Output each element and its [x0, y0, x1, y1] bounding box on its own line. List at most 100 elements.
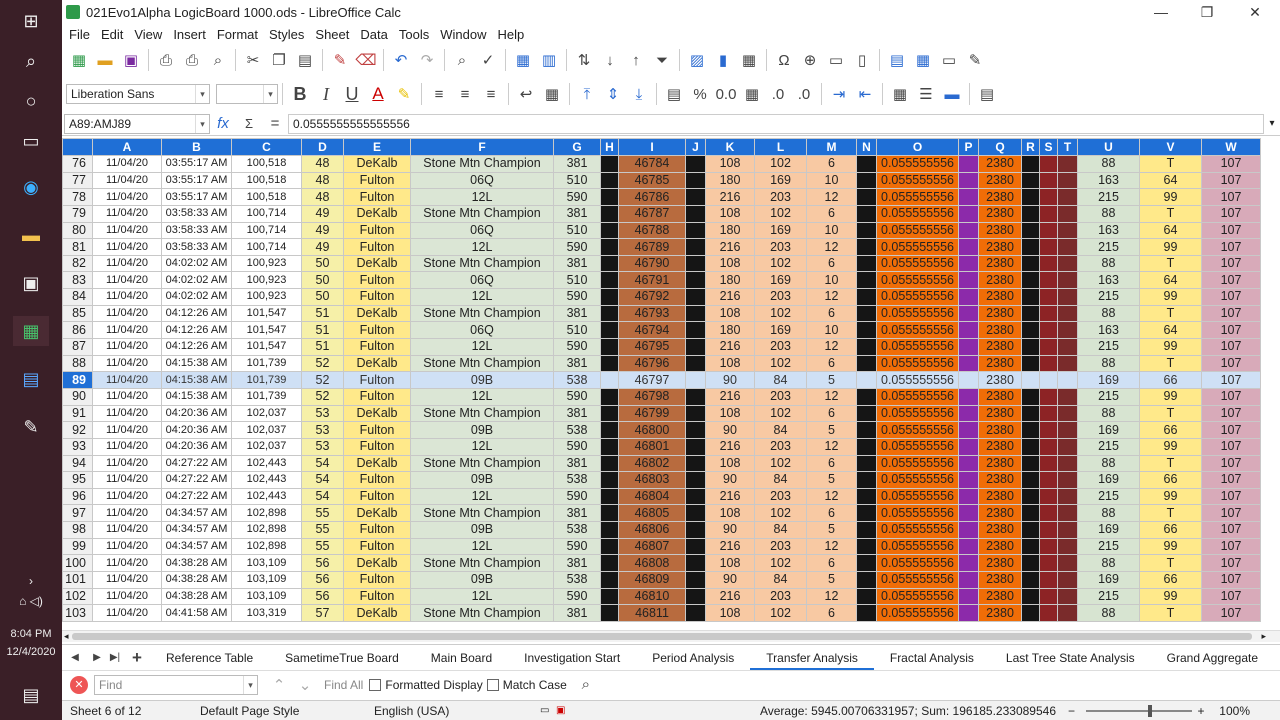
cell[interactable] [1039, 537, 1058, 556]
select-all-corner[interactable] [62, 138, 93, 156]
cell[interactable]: 381 [553, 404, 601, 423]
cell[interactable] [958, 188, 979, 206]
cell[interactable] [600, 188, 619, 206]
cell[interactable]: 49 [301, 238, 344, 256]
row-header[interactable]: 77 [62, 171, 93, 190]
cell[interactable]: 215 [1077, 487, 1140, 506]
cell[interactable]: 99 [1139, 487, 1202, 506]
page-style[interactable]: Default Page Style [200, 704, 374, 718]
cell[interactable]: 107 [1201, 521, 1261, 539]
column-header[interactable]: D [301, 138, 344, 156]
find-replace-icon[interactable]: ⌕ [449, 47, 475, 73]
cell[interactable]: 04:27:22 AM [161, 454, 232, 473]
cell[interactable]: 51 [301, 338, 344, 356]
cell[interactable]: 2380 [978, 171, 1022, 190]
column-header[interactable]: E [343, 138, 411, 156]
writer-icon[interactable]: ▤ [13, 364, 49, 394]
cell[interactable] [1057, 454, 1078, 473]
cell[interactable] [1039, 571, 1058, 589]
cell[interactable]: 84 [754, 521, 807, 539]
first-sheet-icon[interactable]: ◀ [62, 645, 88, 671]
cell[interactable] [1039, 238, 1058, 256]
chevron-down-icon[interactable]: ▾ [195, 85, 209, 103]
cell[interactable]: 2380 [978, 437, 1022, 456]
cell[interactable]: 0.055555556 [876, 188, 959, 206]
tab-main-board[interactable]: Main Board [415, 646, 508, 670]
cell[interactable]: 88 [1077, 554, 1140, 573]
cell[interactable]: 46789 [618, 238, 686, 256]
split-window-icon[interactable]: ▭ [936, 47, 962, 73]
align-bottom-icon[interactable]: ⤓ [626, 81, 652, 107]
cell[interactable]: 10 [806, 221, 857, 240]
menu-edit[interactable]: Edit [101, 27, 123, 42]
cell[interactable] [1039, 338, 1058, 356]
cell[interactable] [685, 371, 706, 389]
cell[interactable]: 203 [754, 437, 807, 456]
cell[interactable] [1039, 371, 1058, 389]
cell[interactable] [1057, 321, 1078, 340]
date-format-icon[interactable]: ▦ [739, 81, 765, 107]
cell[interactable]: 09B [410, 471, 554, 489]
cell[interactable]: 12 [806, 387, 857, 406]
cell[interactable]: 12 [806, 537, 857, 556]
cell[interactable]: 107 [1201, 437, 1261, 456]
cell[interactable]: 216 [705, 188, 755, 206]
cell[interactable]: 5 [806, 421, 857, 439]
cell[interactable]: 203 [754, 487, 807, 506]
cell[interactable] [1057, 521, 1078, 539]
row-header[interactable]: 84 [62, 288, 93, 306]
row-header[interactable]: 81 [62, 238, 93, 256]
cell[interactable]: 100,518 [231, 188, 302, 206]
cell[interactable]: 11/04/20 [92, 537, 162, 556]
currency-format-icon[interactable]: ▤ [661, 81, 687, 107]
cell[interactable]: 510 [553, 321, 601, 340]
cell[interactable] [600, 254, 619, 273]
cell[interactable]: 169 [754, 171, 807, 190]
cell[interactable]: 88 [1077, 354, 1140, 373]
cell[interactable] [1057, 221, 1078, 240]
cell[interactable]: 381 [553, 304, 601, 323]
cell[interactable]: DeKalb [343, 554, 411, 573]
cell[interactable]: 0.055555556 [876, 537, 959, 556]
cell[interactable] [1021, 204, 1040, 223]
special-character-icon[interactable]: Ω [771, 47, 797, 73]
cell[interactable] [685, 221, 706, 240]
cell[interactable] [958, 487, 979, 506]
clone-format-icon[interactable]: ✎ [327, 47, 353, 73]
cell[interactable]: 09B [410, 421, 554, 439]
zoom-slider-thumb[interactable] [1148, 704, 1152, 717]
cell[interactable]: Fulton [343, 188, 411, 206]
cell[interactable]: 03:58:33 AM [161, 238, 232, 256]
cell[interactable] [1057, 371, 1078, 389]
cell[interactable]: 12 [806, 338, 857, 356]
column-header[interactable]: L [754, 138, 807, 156]
cell[interactable]: 510 [553, 171, 601, 190]
zoom-level[interactable]: 100% [1210, 704, 1250, 718]
cell[interactable]: 2380 [978, 321, 1022, 340]
cut-icon[interactable]: ✂ [240, 47, 266, 73]
cell[interactable] [1039, 354, 1058, 373]
cell[interactable]: 46796 [618, 354, 686, 373]
cell[interactable]: 107 [1201, 604, 1261, 622]
cell[interactable]: 102 [754, 504, 807, 523]
cell[interactable]: 108 [705, 204, 755, 223]
cell[interactable]: DeKalb [343, 604, 411, 622]
cell[interactable] [1021, 404, 1040, 423]
zoom-out-icon[interactable]: − [1068, 704, 1086, 718]
cell[interactable]: 54 [301, 471, 344, 489]
cell[interactable] [600, 304, 619, 323]
cell[interactable]: 203 [754, 338, 807, 356]
cell[interactable] [958, 554, 979, 573]
cell[interactable] [1057, 155, 1078, 173]
cell[interactable] [856, 471, 877, 489]
row-header[interactable]: 97 [62, 504, 93, 523]
cell[interactable]: 03:55:17 AM [161, 188, 232, 206]
document-modified-icon[interactable]: ▣ [556, 705, 572, 716]
cell[interactable]: 216 [705, 238, 755, 256]
cell[interactable] [1057, 404, 1078, 423]
cell[interactable] [600, 171, 619, 190]
menu-help[interactable]: Help [497, 27, 524, 42]
cell[interactable]: 09B [410, 371, 554, 389]
formatted-display-checkbox[interactable] [369, 678, 382, 691]
cell[interactable]: 107 [1201, 271, 1261, 290]
